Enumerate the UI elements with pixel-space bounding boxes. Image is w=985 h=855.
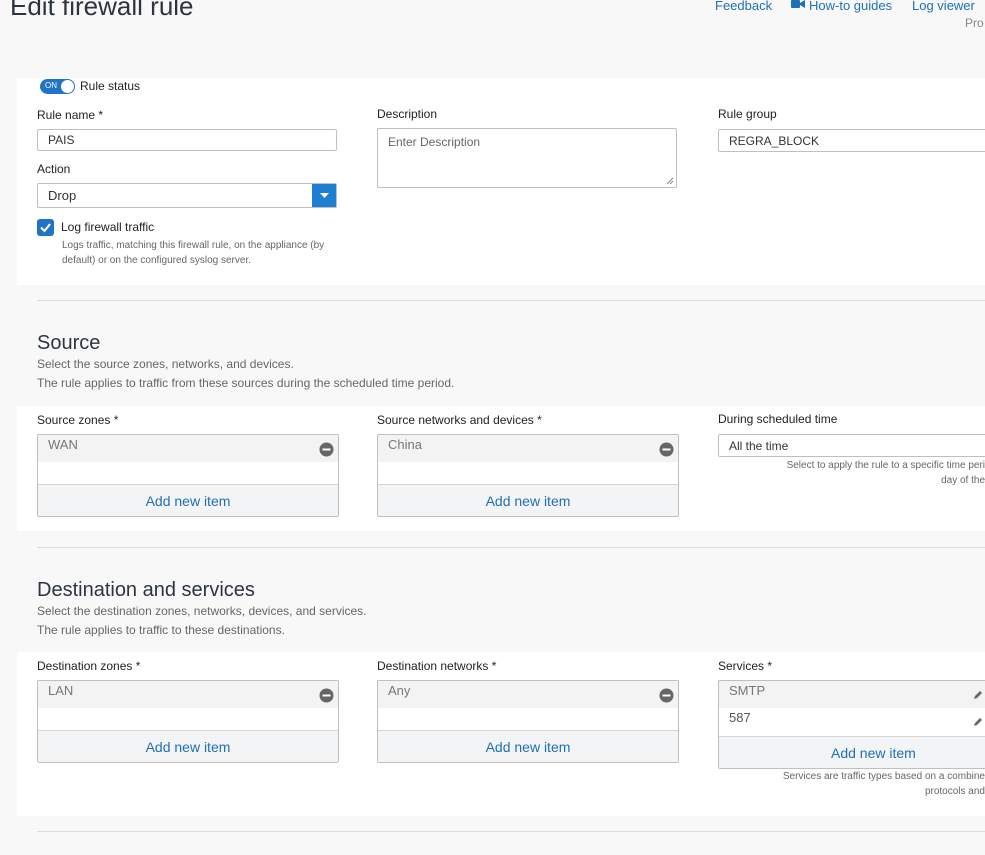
chevron-down-icon[interactable]	[312, 184, 336, 207]
destination-zones-label: Destination zones *	[37, 659, 141, 673]
action-select[interactable]: Drop	[37, 183, 337, 208]
list-item-value: LAN	[48, 683, 74, 698]
rule-status-label: Rule status	[80, 79, 141, 93]
schedule-label: During scheduled time	[718, 412, 838, 426]
rule-status-toggle[interactable]: ON	[40, 79, 75, 94]
schedule-help-line1: Select to apply the rule to a specific t…	[786, 460, 985, 471]
video-camera-icon	[791, 0, 805, 12]
schedule-select[interactable]: All the time	[718, 434, 985, 457]
destination-section-desc: Select the destination zones, networks, …	[37, 602, 367, 640]
rule-group-select[interactable]: REGRA_BLOCK	[718, 129, 985, 152]
howto-guides-label: How-to guides	[809, 0, 893, 13]
divider	[37, 300, 985, 301]
destination-zones-list: LAN Add new item	[37, 680, 339, 763]
list-item: WAN	[38, 435, 338, 462]
add-new-item-button[interactable]: Add new item	[38, 730, 338, 762]
log-traffic-checkbox[interactable]	[37, 219, 54, 236]
log-viewer-link[interactable]: Log viewer	[912, 0, 975, 13]
destination-networks-list: Any Add new item	[377, 680, 679, 763]
howto-guides-link[interactable]: How-to guides	[791, 0, 892, 14]
services-list: SMTP 587 Add new item	[718, 680, 985, 769]
list-item: China	[378, 435, 678, 462]
services-help-line2: protocols and	[924, 786, 985, 797]
action-label: Action	[37, 162, 71, 176]
destination-desc-line2: The rule applies to traffic to these des…	[37, 623, 285, 637]
divider	[37, 831, 985, 832]
source-desc-line2: The rule applies to traffic from these s…	[37, 376, 455, 390]
schedule-help-line2: day of the	[941, 475, 985, 486]
action-value: Drop	[48, 188, 77, 203]
feedback-link[interactable]: Feedback	[715, 0, 772, 13]
log-help-line1: Logs traffic, matching this firewall rul…	[62, 240, 325, 251]
destination-section-title: Destination and services	[37, 579, 255, 601]
source-section-desc: Select the source zones, networks, and d…	[37, 355, 454, 393]
list-item: SMTP	[719, 681, 985, 708]
services-help-line1: Services are traffic types based on a co…	[782, 771, 985, 782]
edit-icon[interactable]	[973, 690, 983, 700]
source-zones-list: WAN Add new item	[37, 434, 339, 517]
destination-desc-line1: Select the destination zones, networks, …	[37, 604, 367, 618]
services-help: Services are traffic types based on a co…	[783, 769, 985, 799]
schedule-help: Select to apply the rule to a specific t…	[787, 458, 985, 488]
rule-name-label: Rule name *	[37, 108, 104, 122]
list-item-value: WAN	[48, 437, 78, 452]
rule-name-input[interactable]: PAIS	[37, 129, 337, 151]
source-networks-label: Source networks and devices *	[377, 413, 542, 427]
description-textarea[interactable]: Enter Description	[377, 128, 677, 188]
remove-icon[interactable]	[659, 442, 674, 457]
services-label: Services *	[718, 659, 773, 673]
source-networks-list: China Add new item	[377, 434, 679, 517]
remove-icon[interactable]	[659, 688, 674, 703]
source-section-title: Source	[37, 332, 101, 354]
list-item-value: SMTP	[729, 683, 766, 698]
description-placeholder: Enter Description	[388, 135, 481, 149]
log-help-line2: default) or on the configured syslog ser…	[62, 255, 251, 266]
list-item-value: 587	[729, 710, 751, 725]
edit-icon[interactable]	[973, 717, 983, 727]
list-item-value: Any	[388, 683, 411, 698]
list-item: 587	[719, 708, 985, 735]
remove-icon[interactable]	[319, 688, 334, 703]
log-traffic-label: Log firewall traffic	[61, 220, 155, 234]
resize-handle-icon[interactable]	[666, 177, 674, 185]
add-new-item-button[interactable]: Add new item	[378, 730, 678, 762]
list-item: Any	[378, 681, 678, 708]
rule-group-label: Rule group	[718, 107, 777, 121]
destination-networks-label: Destination networks *	[377, 659, 497, 673]
list-item: LAN	[38, 681, 338, 708]
checkmark-icon	[40, 223, 51, 233]
add-new-item-button[interactable]: Add new item	[378, 484, 678, 516]
log-traffic-help: Logs traffic, matching this firewall rul…	[62, 238, 324, 268]
source-desc-line1: Select the source zones, networks, and d…	[37, 357, 294, 371]
toggle-on-text: ON	[45, 81, 57, 90]
list-item-value: China	[388, 437, 422, 452]
description-label: Description	[377, 107, 438, 121]
remove-icon[interactable]	[319, 442, 334, 457]
add-new-item-button[interactable]: Add new item	[38, 484, 338, 516]
pro-label: Pro	[965, 16, 984, 30]
toggle-knob	[61, 80, 74, 93]
source-zones-label: Source zones *	[37, 413, 119, 427]
divider	[37, 547, 985, 548]
add-new-item-button[interactable]: Add new item	[719, 736, 985, 768]
page-title: Edit firewall rule	[10, 0, 194, 21]
